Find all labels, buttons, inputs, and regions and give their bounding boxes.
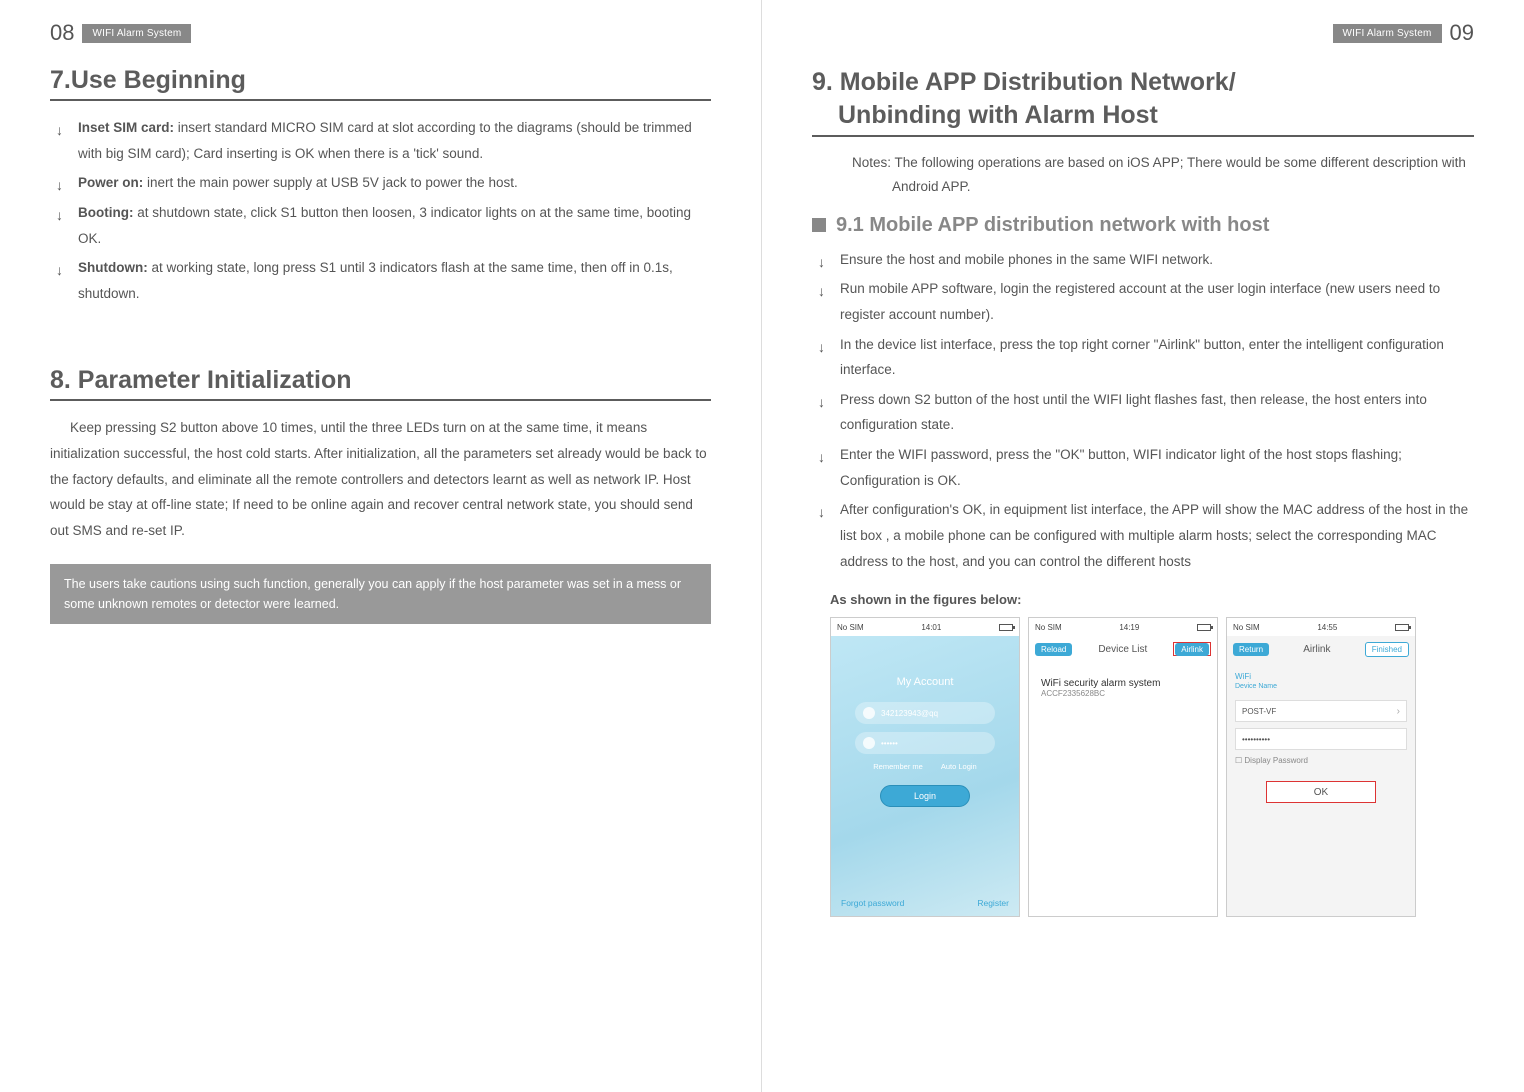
device-title: WiFi security alarm system [1041,678,1205,689]
section-9-notes: Notes: The following operations are base… [852,151,1474,200]
login-title: My Account [831,676,1019,688]
carrier-label: No SIM [1233,623,1260,632]
header-right: WIFI Alarm System 09 [812,20,1474,46]
battery-icon [999,624,1013,631]
display-password-label: Display Password [1244,756,1308,765]
carrier-label: No SIM [837,623,864,632]
status-bar: No SIM 14:55 [1227,618,1415,636]
square-bullet-icon [812,218,826,232]
ok-button[interactable]: OK [1266,781,1376,803]
bullet-bold: Booting: [78,205,133,220]
password-value: •••••• [881,739,898,748]
nav-bar: Reload Device List Airlink [1029,636,1217,662]
wifi-sublabel: Device Name [1235,683,1407,690]
status-bar: No SIM 14:19 [1029,618,1217,636]
page-right: WIFI Alarm System 09 9. Mobile APP Distr… [762,0,1524,1092]
list-item: Press down S2 button of the host until t… [818,387,1474,438]
device-list-item[interactable]: WiFi security alarm system ACCF2335628BC [1037,672,1209,704]
list-item: Booting: at shutdown state, click S1 but… [56,200,711,251]
login-panel: My Account 342123943@qq •••••• Remember … [831,636,1019,807]
header-badge-right: WIFI Alarm System [1333,24,1442,43]
subsection-91-title: 9.1 Mobile APP distribution network with… [836,214,1269,237]
nav-title: Device List [1098,644,1147,655]
list-item: Enter the WIFI password, press the "OK" … [818,442,1474,493]
wifi-password-field[interactable]: •••••••••• [1235,728,1407,750]
header-left: 08 WIFI Alarm System [50,20,711,46]
ssid-field[interactable]: POST-VF › [1235,700,1407,722]
page-number-left: 08 [50,20,74,46]
figure-phone-airlink: No SIM 14:55 Return Airlink Finished WiF… [1226,617,1416,917]
airlink-button[interactable]: Airlink [1175,643,1209,656]
caution-box: The users take cautions using such funct… [50,564,711,624]
time-label: 14:19 [1119,623,1139,632]
list-item: In the device list interface, press the … [818,332,1474,383]
list-item: Power on: inert the main power supply at… [56,170,711,196]
wifi-section: WiFi Device Name [1235,672,1407,690]
user-icon [863,707,875,719]
time-label: 14:55 [1317,623,1337,632]
section-9-title: 9. Mobile APP Distribution Network/ Unbi… [812,66,1474,137]
battery-icon [1395,624,1409,631]
bullet-text: at shutdown state, click S1 button then … [78,205,691,246]
username-value: 342123943@qq [881,709,938,718]
figure-phone-login: No SIM 14:01 My Account 342123943@qq •••… [830,617,1020,917]
display-password-checkbox[interactable]: ☐ Display Password [1235,756,1407,765]
page-number-right: 09 [1450,20,1474,46]
page-left: 08 WIFI Alarm System 7.Use Beginning Ins… [0,0,762,1092]
nav-title: Airlink [1303,644,1330,655]
finished-button[interactable]: Finished [1365,642,1409,657]
list-item: Run mobile APP software, login the regis… [818,276,1474,327]
bullet-text: inert the main power supply at USB 5V ja… [143,175,517,190]
section-7-title: 7.Use Beginning [50,66,711,101]
section-8-paragraph: Keep pressing S2 button above 10 times, … [50,415,711,543]
remember-me-checkbox[interactable]: Remember me [873,762,923,771]
header-badge-left: WIFI Alarm System [82,24,191,43]
wifi-password-value: •••••••••• [1242,735,1270,744]
carrier-label: No SIM [1035,623,1062,632]
list-item: Inset SIM card: insert standard MICRO SI… [56,115,711,166]
list-item: Ensure the host and mobile phones in the… [818,247,1474,273]
status-bar: No SIM 14:01 [831,618,1019,636]
reload-button[interactable]: Reload [1035,643,1072,656]
auto-login-checkbox[interactable]: Auto Login [941,762,977,771]
device-mac: ACCF2335628BC [1041,689,1205,698]
wifi-label: WiFi [1235,672,1407,681]
chevron-right-icon: › [1397,706,1400,717]
nav-bar: Return Airlink Finished [1227,636,1415,662]
subsection-91-list: Ensure the host and mobile phones in the… [818,247,1474,575]
forgot-password-link[interactable]: Forgot password [841,898,904,908]
bullet-bold: Power on: [78,175,143,190]
airlink-highlight: Airlink [1173,642,1211,656]
password-field[interactable]: •••••• [855,732,995,754]
bullet-bold: Inset SIM card: [78,120,174,135]
list-item: After configuration's OK, in equipment l… [818,497,1474,574]
register-link[interactable]: Register [977,898,1009,908]
bullet-bold: Shutdown: [78,260,148,275]
battery-icon [1197,624,1211,631]
figure-phone-device-list: No SIM 14:19 Reload Device List Airlink … [1028,617,1218,917]
time-label: 14:01 [921,623,941,632]
return-button[interactable]: Return [1233,643,1269,656]
section-7-list: Inset SIM card: insert standard MICRO SI… [56,115,711,306]
figures-caption: As shown in the figures below: [830,592,1474,607]
lock-icon [863,737,875,749]
ssid-value: POST-VF [1242,707,1276,716]
username-field[interactable]: 342123943@qq [855,702,995,724]
list-item: Shutdown: at working state, long press S… [56,255,711,306]
section-9-title-line2: Unbinding with Alarm Host [812,101,1158,129]
section-9-title-line1: 9. Mobile APP Distribution Network/ [812,68,1236,96]
figures-row: No SIM 14:01 My Account 342123943@qq •••… [830,617,1474,917]
login-button[interactable]: Login [880,785,970,807]
bullet-text: at working state, long press S1 until 3 … [78,260,673,301]
subsection-91-header: 9.1 Mobile APP distribution network with… [812,214,1474,237]
section-8-title: 8. Parameter Initialization [50,366,711,401]
